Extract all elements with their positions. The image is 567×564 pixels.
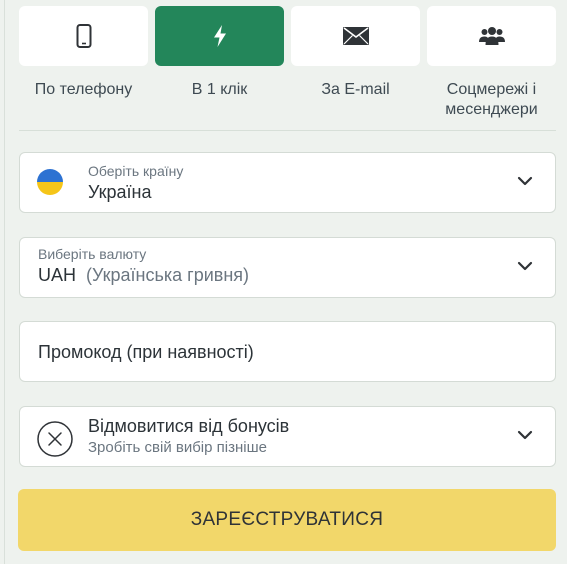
tabs-divider	[19, 130, 556, 131]
tab-phone-label: По телефону	[34, 81, 133, 98]
tab-email-tile[interactable]	[291, 6, 420, 66]
tab-social-tile[interactable]	[427, 6, 556, 66]
tab-social[interactable]: Соцмережі і месенджери	[427, 6, 556, 124]
tab-one-click-tile[interactable]	[155, 6, 284, 66]
country-select[interactable]: Оберіть країну Україна	[19, 152, 556, 213]
chevron-down-icon	[517, 176, 533, 186]
promo-code-placeholder: Промокод (при наявності)	[38, 342, 254, 362]
bonus-title: Відмовитися від бонусів	[88, 416, 290, 436]
decline-bonus-icon	[37, 421, 73, 457]
tab-email[interactable]: За E-mail	[291, 6, 420, 124]
tab-email-label: За E-mail	[321, 81, 390, 98]
registration-method-tabs: По телефону В 1 клік За E-mail Соцмережі…	[19, 6, 556, 124]
lightning-icon	[213, 25, 226, 47]
register-button[interactable]: ЗАРЕЄСТРУВАТИСЯ	[18, 489, 556, 551]
tab-phone[interactable]: По телефону	[19, 6, 148, 124]
flag-yellow-stripe	[37, 182, 63, 195]
currency-select[interactable]: Виберіть валюту UAH (Українська гривня)	[19, 237, 556, 298]
promo-code-input[interactable]: Промокод (при наявності)	[19, 321, 556, 382]
envelope-icon	[342, 27, 369, 45]
bonus-subtitle: Зробіть свій вибір пізніше	[88, 439, 267, 456]
tab-phone-tile[interactable]	[19, 6, 148, 66]
page-edge-rule	[4, 0, 5, 564]
tab-one-click[interactable]: В 1 клік	[155, 6, 284, 124]
bonus-select[interactable]: Відмовитися від бонусів Зробіть свій виб…	[19, 406, 556, 467]
phone-icon	[76, 24, 91, 48]
currency-name: (Українська гривня)	[86, 265, 250, 285]
flag-blue-stripe	[37, 169, 63, 182]
tab-one-click-label: В 1 клік	[191, 81, 248, 98]
tab-social-label: Соцмережі і месенджери	[445, 81, 538, 118]
currency-code: UAH	[38, 265, 77, 285]
ukraine-flag-icon	[37, 169, 63, 195]
country-select-label: Оберіть країну	[88, 163, 184, 179]
currency-select-value: UAH (Українська гривня)	[38, 265, 249, 286]
currency-select-label: Виберіть валюту	[38, 246, 147, 262]
country-select-value: Україна	[88, 182, 152, 202]
users-icon	[478, 27, 505, 45]
chevron-down-icon	[517, 261, 533, 271]
chevron-down-icon	[517, 430, 533, 440]
